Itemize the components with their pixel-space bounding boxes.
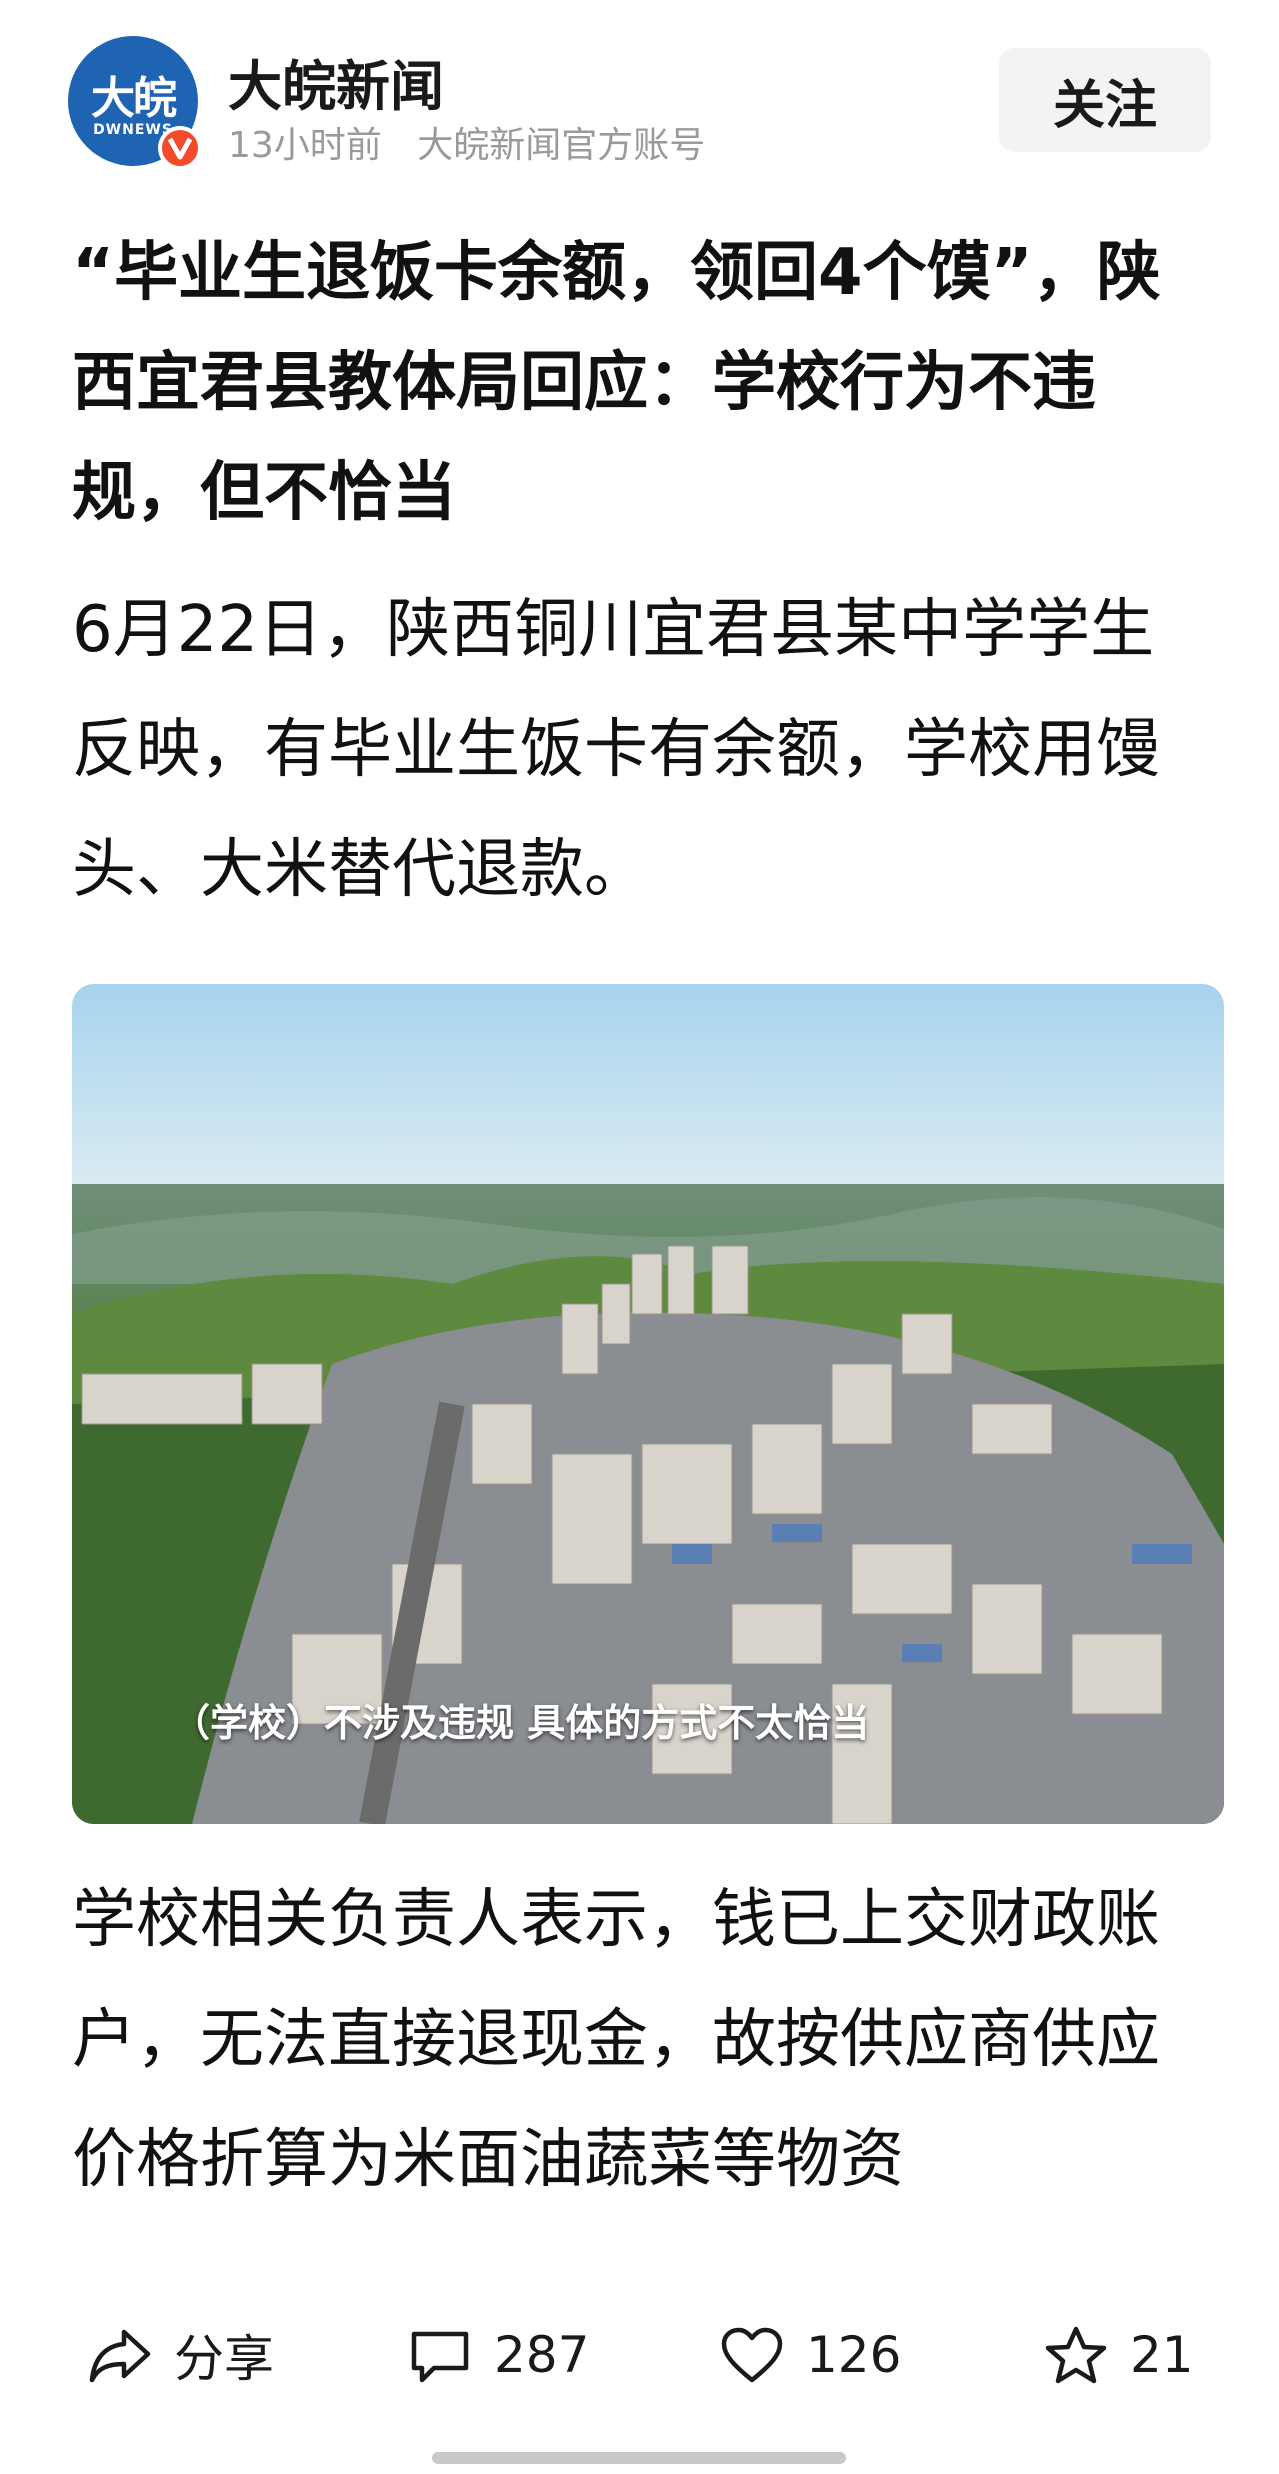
- avatar-logo-text: 大皖: [91, 73, 177, 124]
- follow-button[interactable]: 关注: [999, 48, 1211, 152]
- bottom-action-bar: 分享 287 126 21: [0, 2290, 1279, 2420]
- image-caption-text: （学校）不涉及违规 具体的方式不太恰当: [172, 1701, 870, 1745]
- share-label: 分享: [174, 2330, 274, 2388]
- post-time: 13小时前: [228, 125, 382, 166]
- star-icon: [1045, 2326, 1107, 2384]
- article-page: 大皖 DWNEWS 大皖新闻 13小时前 大皖新闻官方账号 关注 “毕业生退饭卡…: [0, 0, 1279, 2474]
- article-title: “毕业生退饭卡余额，领回4个馍”，陕西宜君县教体局回应：学校行为不违规，但不恰当: [72, 236, 1161, 530]
- comment-icon: [411, 2331, 469, 2383]
- favorite-count: 21: [1130, 2326, 1194, 2384]
- account-meta: 13小时前 大皖新闻官方账号: [228, 116, 729, 168]
- heart-icon: [721, 2327, 783, 2383]
- like-button[interactable]: 126: [720, 2320, 901, 2390]
- comment-button[interactable]: 287: [408, 2320, 589, 2390]
- account-description: 大皖新闻官方账号: [417, 125, 706, 166]
- account-name[interactable]: 大皖新闻: [228, 42, 444, 121]
- share-icon: [89, 2329, 151, 2383]
- article-image[interactable]: （学校）不涉及违规 具体的方式不太恰当: [72, 984, 1224, 1824]
- comment-count: 287: [494, 2326, 590, 2384]
- verified-icon: [158, 126, 202, 170]
- share-button[interactable]: 分享: [88, 2320, 274, 2390]
- account-header: 大皖 DWNEWS 大皖新闻 13小时前 大皖新闻官方账号 关注: [68, 36, 1211, 170]
- avatar[interactable]: 大皖 DWNEWS: [68, 36, 202, 170]
- content-fade: [0, 2200, 1279, 2290]
- like-count: 126: [806, 2326, 902, 2384]
- home-indicator[interactable]: [432, 2452, 846, 2464]
- favorite-button[interactable]: 21: [1044, 2320, 1194, 2390]
- article-paragraph-1: 6月22日，陕西铜川宜君县某中学学生反映，有毕业生饭卡有余额，学校用馒头、大米替…: [72, 593, 1160, 907]
